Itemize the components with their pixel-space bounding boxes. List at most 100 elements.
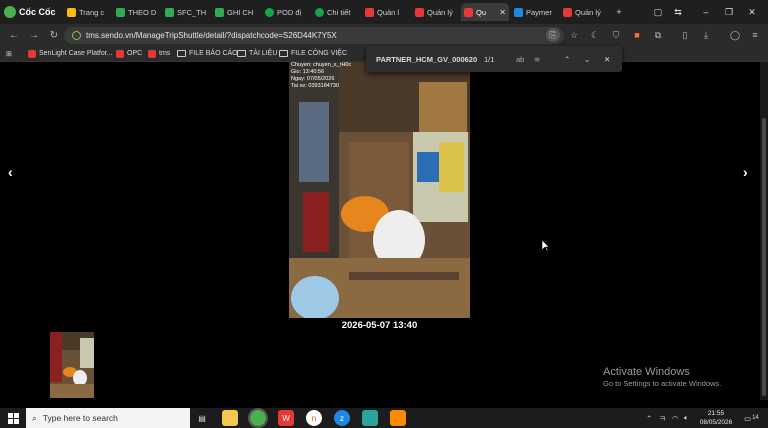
menu-icon[interactable]: ≡ xyxy=(748,28,762,42)
clock-date: 08/05/2026 xyxy=(699,419,733,426)
bookmark-folder-bao-cao[interactable]: FILE BÁO CÁO xyxy=(177,47,238,60)
apps-grid-icon[interactable]: ⊞ xyxy=(6,47,12,60)
url-text: tms.sendo.vn/ManageTripShuttle/detail/?d… xyxy=(86,31,337,40)
app-icon[interactable]: n xyxy=(306,410,322,426)
tab-search-icon[interactable]: ⇆ xyxy=(670,4,686,20)
tab-1[interactable]: THEO D xyxy=(113,3,161,21)
tab-5[interactable]: Chi tiết xyxy=(312,3,360,21)
tab-title: Trang c xyxy=(79,7,105,17)
bookmark-folder-tai-lieu[interactable]: TÀI LIỆU xyxy=(237,47,277,60)
minimize-icon[interactable]: – xyxy=(698,4,714,20)
tab-3[interactable]: GHI CH xyxy=(212,3,260,21)
bookmark-tms[interactable]: tms xyxy=(148,47,170,60)
match-case-icon[interactable]: ab xyxy=(516,46,524,72)
notepad-icon[interactable] xyxy=(362,410,378,426)
wps-icon[interactable]: W xyxy=(278,410,294,426)
tab-title: Chi tiết xyxy=(327,7,351,17)
tab-title: Paymer xyxy=(526,7,552,17)
find-input[interactable]: PARTNER_HCM_GV_000620 xyxy=(376,46,477,72)
site-info-icon[interactable] xyxy=(72,31,81,40)
wifi-icon[interactable]: ◠ xyxy=(672,410,679,426)
new-tab-button[interactable]: + xyxy=(611,4,627,20)
reload-icon[interactable]: ↻ xyxy=(46,27,62,43)
tab-title: Qu xyxy=(476,7,487,17)
extension-icon[interactable]: ■ xyxy=(630,28,644,42)
tab-title: Quản l xyxy=(377,7,400,17)
bookmark-label: TÀI LIỆU xyxy=(249,50,278,57)
find-next-icon[interactable]: ⌄ xyxy=(584,46,590,72)
photo-timestamp: 2026-05-07 13:40 xyxy=(341,320,418,331)
prev-photo-button[interactable]: ‹ xyxy=(8,164,13,180)
bookmark-label: tms xyxy=(159,50,171,57)
profile-icon[interactable]: ◯ xyxy=(728,28,742,42)
notification-count: 14 xyxy=(752,415,759,421)
tray-chevron-icon[interactable]: ⌃ xyxy=(646,410,652,426)
download-icon[interactable]: ⤓ xyxy=(699,28,713,42)
tab-9[interactable]: Paymer xyxy=(511,3,559,21)
forward-icon[interactable]: → xyxy=(26,27,42,43)
photo-thumbnail[interactable] xyxy=(50,332,94,398)
file-explorer-icon[interactable] xyxy=(222,410,238,426)
bookmark-favicon xyxy=(28,49,36,58)
bookmark-opc[interactable]: OPC xyxy=(116,47,142,60)
overlay-line: Ngay: 07/05/2026 xyxy=(291,76,335,82)
next-photo-button[interactable]: › xyxy=(743,164,748,180)
taskbar-search[interactable]: ⌕ Type here to search xyxy=(26,408,190,428)
delivery-photo: Chuyen: chuyen_s_rH0c Gio: 13:40:56 Ngay… xyxy=(289,62,470,318)
tab-10[interactable]: Quản lý xyxy=(560,3,608,21)
close-tab-icon[interactable]: ✕ xyxy=(499,8,506,17)
dark-mode-icon[interactable]: ☾ xyxy=(588,28,602,42)
scrollbar-thumb[interactable] xyxy=(762,118,766,396)
folder-icon xyxy=(279,50,288,57)
tab-2[interactable]: SFC_TH xyxy=(162,3,210,21)
translate-icon[interactable]: ⎘ xyxy=(546,28,560,42)
coccoc-taskbar-icon[interactable] xyxy=(248,408,268,428)
brand-label: Cốc Cốc xyxy=(19,7,56,17)
tab-4[interactable]: POD đị xyxy=(262,3,310,21)
tab-title: Quản lý xyxy=(427,7,453,17)
find-prev-icon[interactable]: ⌃ xyxy=(564,46,570,72)
photo-metadata-overlay: Chuyen: chuyen_s_rH0c Gio: 13:40:56 Ngay… xyxy=(291,62,351,90)
tab-7[interactable]: Quản lý xyxy=(412,3,460,21)
address-bar[interactable]: tms.sendo.vn/ManageTripShuttle/detail/?d… xyxy=(64,27,564,44)
drive-icon xyxy=(67,7,76,17)
bookmark-favicon xyxy=(148,49,156,58)
tab-8-active[interactable]: Qu ✕ xyxy=(461,3,509,21)
app-orange-icon[interactable] xyxy=(390,410,406,426)
task-view-icon[interactable]: ▤ xyxy=(194,410,210,426)
overlay-line: Gio: 13:40:56 xyxy=(291,69,325,75)
sheets-icon xyxy=(165,7,174,17)
notification-center-icon[interactable]: ▭ 14 xyxy=(744,410,759,426)
clock-time: 21:55 xyxy=(707,410,725,417)
tms-icon xyxy=(464,7,473,17)
sidebar-toggle-icon[interactable]: ▢ xyxy=(650,4,666,20)
pod-icon xyxy=(315,7,324,17)
sheets-icon xyxy=(215,7,224,17)
tms-icon xyxy=(563,7,572,17)
bookmark-folder-cong-viec[interactable]: FILE CÔNG VIỆC xyxy=(279,47,347,60)
bookmark-star-icon[interactable]: ☆ xyxy=(567,28,581,42)
coccoc-logo-icon xyxy=(4,6,16,18)
bookmark-label: SenLight Case Platfor... xyxy=(39,50,113,57)
restore-icon[interactable]: ❐ xyxy=(721,4,737,20)
folder-icon xyxy=(177,50,186,57)
back-icon[interactable]: ← xyxy=(6,27,22,43)
zalo-icon[interactable]: z xyxy=(334,410,350,426)
whole-word-icon[interactable]: ≋ xyxy=(534,46,540,72)
close-window-icon[interactable]: ✕ xyxy=(744,4,760,20)
split-view-icon[interactable]: ▯ xyxy=(678,28,692,42)
tab-6[interactable]: Quản l xyxy=(362,3,410,21)
tab-0[interactable]: Trang c xyxy=(64,3,112,21)
taskbar-clock[interactable]: 21:55 08/05/2026 xyxy=(694,409,738,427)
windows-start-icon[interactable] xyxy=(6,410,20,426)
browser-brand[interactable]: Cốc Cốc xyxy=(4,4,56,20)
volume-icon[interactable]: 🔈︎ xyxy=(684,410,689,426)
shield-icon[interactable]: ⛉ xyxy=(609,28,623,42)
tab-title: THEO D xyxy=(128,7,157,17)
find-close-icon[interactable]: ✕ xyxy=(604,46,610,72)
ime-icon[interactable]: ㅋ xyxy=(659,410,666,426)
bookmark-senlight[interactable]: SenLight Case Platfor... xyxy=(28,47,113,60)
taskbar-search-placeholder: Type here to search xyxy=(42,413,118,423)
extensions-puzzle-icon[interactable]: ⧉ xyxy=(651,28,665,42)
overlay-line: Chuyen: chuyen_s_rH0c xyxy=(291,62,352,68)
